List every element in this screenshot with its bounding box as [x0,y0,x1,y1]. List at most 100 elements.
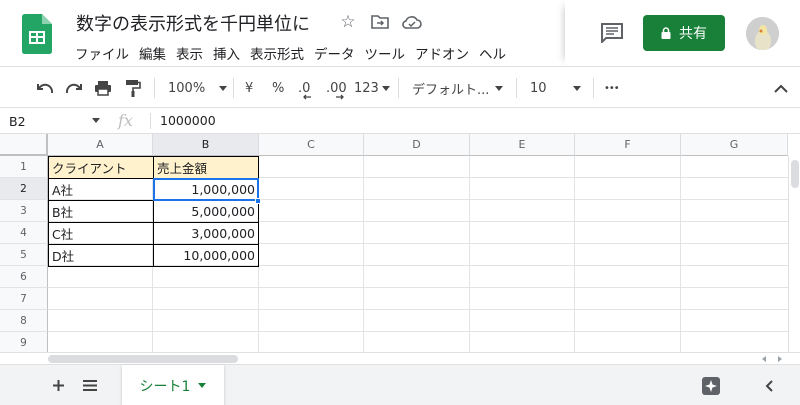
row-header-7[interactable]: 7 [0,288,48,310]
menu-file[interactable]: ファイル [70,41,134,65]
toolbar-divider [398,78,399,98]
chevron-down-icon [495,85,504,91]
row-header-9[interactable]: 9 [0,332,48,352]
row-header-2[interactable]: 2 [0,178,48,200]
percent-format-button[interactable]: % [272,67,284,109]
decrease-decimal-button[interactable]: .0 [298,67,311,109]
menu-edit[interactable]: 編集 [134,41,171,65]
paint-format-icon[interactable] [125,67,141,109]
lock-icon [661,27,671,39]
increase-decimal-button[interactable]: .00 [326,67,347,109]
sheets-logo-icon[interactable] [22,14,52,54]
spreadsheet-app: 数字の表示形式を千円単位に ☆ ファイル 編集 表示 挿入 表示形式 データ ツ… [0,0,800,405]
chevron-down-icon [92,118,100,123]
arrow-left-icon [303,94,311,100]
font-family-value: デフォルト... [412,82,490,98]
cell-b5[interactable]: 10,000,000 [153,244,259,267]
cell-a4[interactable]: C社 [48,222,154,245]
menu-addons[interactable]: アドオン [410,41,474,65]
formula-input[interactable]: 1000000 [160,113,216,128]
row-header-8[interactable]: 8 [0,310,48,332]
menu-data[interactable]: データ [309,41,360,65]
font-size-select[interactable]: 10 [530,67,581,109]
header-actions: 共有 [565,0,800,66]
currency-label: ¥ [245,80,254,96]
horizontal-scrollbar[interactable] [0,352,800,364]
comment-history-icon[interactable] [601,23,623,43]
column-header-g[interactable]: G [681,134,788,156]
column-header-c[interactable]: C [259,134,364,156]
toolbar-divider [516,78,517,98]
currency-format-button[interactable]: ¥ [245,67,253,109]
font-family-select[interactable]: デフォルト... [412,67,504,109]
menu-tools[interactable]: ツール [360,41,411,65]
more-options-icon[interactable]: ••• [604,67,620,109]
menu-insert[interactable]: 挿入 [208,41,245,65]
cell-a1[interactable]: クライアント [48,156,154,179]
sheet-tab-label: シート1 [139,378,191,395]
row-header-1[interactable]: 1 [0,156,48,178]
print-icon[interactable] [94,67,112,109]
menu-help[interactable]: ヘル [474,41,511,65]
chevron-down-icon [219,85,228,91]
cloud-status-icon[interactable] [402,12,422,32]
cell-b2[interactable]: 1,000,000 [153,178,259,201]
fill-handle[interactable] [255,198,261,204]
collapse-menu-icon[interactable] [774,67,788,109]
all-sheets-icon[interactable] [83,380,97,391]
scroll-right-icon[interactable] [776,355,784,363]
share-label: 共有 [679,26,707,42]
vertical-scrollbar[interactable] [788,156,800,352]
redo-icon[interactable] [65,67,83,109]
column-header-e[interactable]: E [470,134,575,156]
row-header-5[interactable]: 5 [0,244,48,266]
row-header-3[interactable]: 3 [0,200,48,222]
column-header-f[interactable]: F [575,134,681,156]
select-all-corner[interactable] [0,134,48,156]
row-header-6[interactable]: 6 [0,266,48,288]
cell-a5[interactable]: D社 [48,244,154,267]
formula-divider [150,113,151,129]
cell-b1[interactable]: 売上金額 [153,156,259,179]
add-sheet-icon[interactable] [52,379,65,392]
name-box[interactable]: B2 [0,108,106,134]
column-header-d[interactable]: D [364,134,470,156]
menu-view[interactable]: 表示 [171,41,208,65]
column-header-a[interactable]: A [48,134,153,156]
scroll-left-icon[interactable] [760,355,768,363]
sheet-grid: A B C D E F G 1 2 3 4 5 6 7 8 9 クライアント 売… [0,134,800,352]
chevron-left-icon[interactable] [765,380,773,392]
row-header-4[interactable]: 4 [0,222,48,244]
sheet-tab-active[interactable]: シート1 [122,365,224,405]
vertical-scroll-thumb[interactable] [791,160,799,188]
move-folder-icon[interactable] [370,12,390,32]
percent-label: % [272,80,285,96]
more-formats-label: 123 [354,80,379,96]
user-avatar[interactable] [746,17,779,50]
chevron-down-icon [198,383,207,388]
cell-a3[interactable]: B社 [48,200,154,223]
menu-bar: ファイル 編集 表示 挿入 表示形式 データ ツール アドオン ヘル [70,41,570,65]
app-header: 数字の表示形式を千円単位に ☆ ファイル 編集 表示 挿入 表示形式 データ ツ… [0,0,800,66]
function-icon: fx [118,111,133,130]
document-title[interactable]: 数字の表示形式を千円単位に [76,10,310,36]
sheet-tabs-bar: シート1 [0,364,800,405]
cell-reference: B2 [9,113,26,129]
more-formats-select[interactable]: 123 [354,67,390,109]
menu-format[interactable]: 表示形式 [245,41,309,65]
toolbar-divider [154,78,155,98]
toolbar: 100% ¥ % .0 .00 123 デフォルト... 10 ••• [0,66,800,108]
cell-b4[interactable]: 3,000,000 [153,222,259,245]
star-icon[interactable]: ☆ [338,12,358,32]
zoom-select[interactable]: 100% [168,67,228,109]
share-button[interactable]: 共有 [643,15,725,51]
explore-icon[interactable] [701,376,721,396]
undo-icon[interactable] [36,67,54,109]
title-actions: ☆ [338,12,422,32]
horizontal-scroll-thumb[interactable] [48,355,238,363]
cell-b3[interactable]: 5,000,000 [153,200,259,223]
font-size-value: 10 [530,80,547,96]
cell-a2[interactable]: A社 [48,178,154,201]
zoom-value: 100% [168,80,206,96]
column-header-b[interactable]: B [153,134,259,156]
